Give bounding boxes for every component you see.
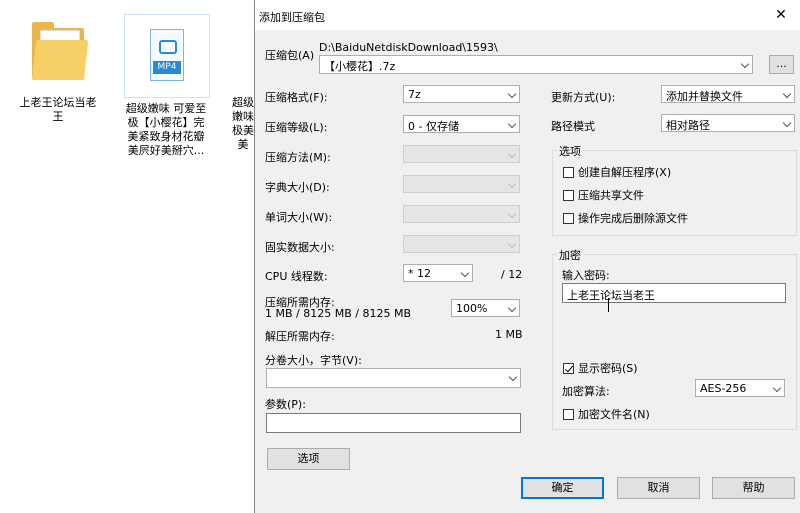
dialog-title: 添加到压缩包 — [259, 11, 325, 24]
chevron-down-icon — [782, 118, 792, 128]
checkbox-icon — [563, 212, 574, 224]
desktop-video-file[interactable]: MP4 超级嫩味 可爱至极【小樱花】完美紧致身材花瓣美屄好美掰穴... — [124, 14, 210, 158]
dictionary-select[interactable] — [403, 175, 520, 193]
archive-label: 压缩包(A) — [265, 49, 315, 62]
update-mode-label: 更新方式(U): — [551, 91, 616, 104]
solid-size-label: 固实数据大小: — [265, 241, 335, 254]
encryption-method-select[interactable]: AES-256 — [695, 379, 785, 397]
help-button[interactable]: 帮助 — [712, 477, 795, 499]
chevron-down-icon — [507, 239, 517, 249]
memory-value: 1 MB / 8125 MB / 8125 MB — [265, 307, 411, 320]
encrypt-names-checkbox[interactable]: 加密文件名(N) — [563, 406, 650, 422]
method-label: 压缩方法(M): — [265, 151, 331, 164]
archive-name: 【小樱花】.7z — [324, 60, 396, 73]
cpu-threads-select[interactable]: * 12 — [403, 264, 473, 282]
checkbox-checked-icon — [563, 362, 574, 374]
solid-size-select[interactable] — [403, 235, 520, 253]
chevron-down-icon — [507, 89, 517, 99]
memory-percent-select[interactable]: 100% — [451, 299, 520, 317]
method-select[interactable] — [403, 145, 520, 163]
chevron-down-icon — [460, 268, 470, 278]
parameters-label: 参数(P): — [265, 398, 306, 411]
parameters-input[interactable] — [266, 413, 521, 433]
chevron-down-icon — [782, 89, 792, 99]
cpu-threads-label: CPU 线程数: — [265, 270, 328, 283]
chevron-down-icon — [507, 149, 517, 159]
shared-files-checkbox[interactable]: 压缩共享文件 — [563, 187, 644, 203]
format-label: 压缩格式(F): — [265, 91, 328, 104]
level-label: 压缩等级(L): — [265, 121, 328, 134]
options-button[interactable]: 选项 — [267, 448, 350, 470]
update-mode-select[interactable]: 添加并替换文件 — [661, 85, 795, 103]
file-label-partial: 超级嫩味极美美 — [232, 96, 254, 151]
archive-name-combo[interactable]: 【小樱花】.7z — [319, 55, 753, 74]
browse-button[interactable]: ... — [769, 55, 794, 74]
path-mode-select[interactable]: 相对路径 — [661, 114, 795, 132]
chevron-down-icon — [772, 383, 782, 393]
show-password-checkbox[interactable]: 显示密码(S) — [563, 360, 638, 376]
split-size-label: 分卷大小，字节(V): — [265, 354, 362, 367]
word-size-label: 单词大小(W): — [265, 211, 333, 224]
cpu-threads-max: / 12 — [501, 268, 523, 281]
sfx-checkbox[interactable]: 创建自解压程序(X) — [563, 164, 671, 180]
path-mode-label: 路径模式 — [551, 120, 595, 133]
dictionary-label: 字典大小(D): — [265, 181, 330, 194]
text-caret — [608, 298, 609, 312]
desktop-folder[interactable]: 上老王论坛当老王 — [18, 18, 98, 124]
password-label: 输入密码: — [562, 269, 610, 282]
chevron-down-icon — [507, 209, 517, 219]
chevron-down-icon — [507, 303, 517, 313]
encryption-method-label: 加密算法: — [562, 385, 610, 398]
options-group-label: 选项 — [557, 143, 583, 159]
decompress-memory-label: 解压所需内存: — [265, 330, 335, 343]
decompress-memory-value: 1 MB — [495, 328, 523, 341]
title-bar: 添加到压缩包 ✕ — [255, 0, 800, 30]
chevron-down-icon — [508, 372, 518, 382]
level-select[interactable]: 0 - 仅存储 — [403, 115, 520, 133]
checkbox-icon — [563, 189, 574, 201]
encryption-group-label: 加密 — [557, 247, 583, 263]
archive-path: D:\BaiduNetdiskDownload\1593\ — [319, 41, 498, 54]
folder-label: 上老王论坛当老王 — [19, 96, 97, 123]
format-select[interactable]: 7z — [403, 85, 520, 103]
desktop-file-partial[interactable]: 超级嫩味极美美 — [232, 96, 254, 152]
video-file-label: 超级嫩味 可爱至极【小樱花】完美紧致身材花瓣美屄好美掰穴... — [125, 102, 207, 157]
word-size-select[interactable] — [403, 205, 520, 223]
video-file-icon: MP4 — [124, 14, 210, 98]
close-button[interactable]: ✕ — [771, 6, 791, 24]
chevron-down-icon — [507, 119, 517, 129]
folder-icon — [28, 18, 89, 82]
add-to-archive-dialog: 添加到压缩包 ✕ 压缩包(A) D:\BaiduNetdiskDownload\… — [254, 0, 800, 513]
cancel-button[interactable]: 取消 — [617, 477, 700, 499]
checkbox-icon — [563, 408, 574, 420]
chevron-down-icon — [507, 179, 517, 189]
ok-button[interactable]: 确定 — [521, 477, 604, 499]
checkbox-icon — [563, 166, 574, 178]
split-size-combo[interactable] — [266, 368, 521, 388]
password-input[interactable]: 上老王论坛当老王 — [562, 283, 786, 303]
chevron-down-icon — [740, 59, 750, 69]
delete-after-checkbox[interactable]: 操作完成后删除源文件 — [563, 210, 688, 226]
